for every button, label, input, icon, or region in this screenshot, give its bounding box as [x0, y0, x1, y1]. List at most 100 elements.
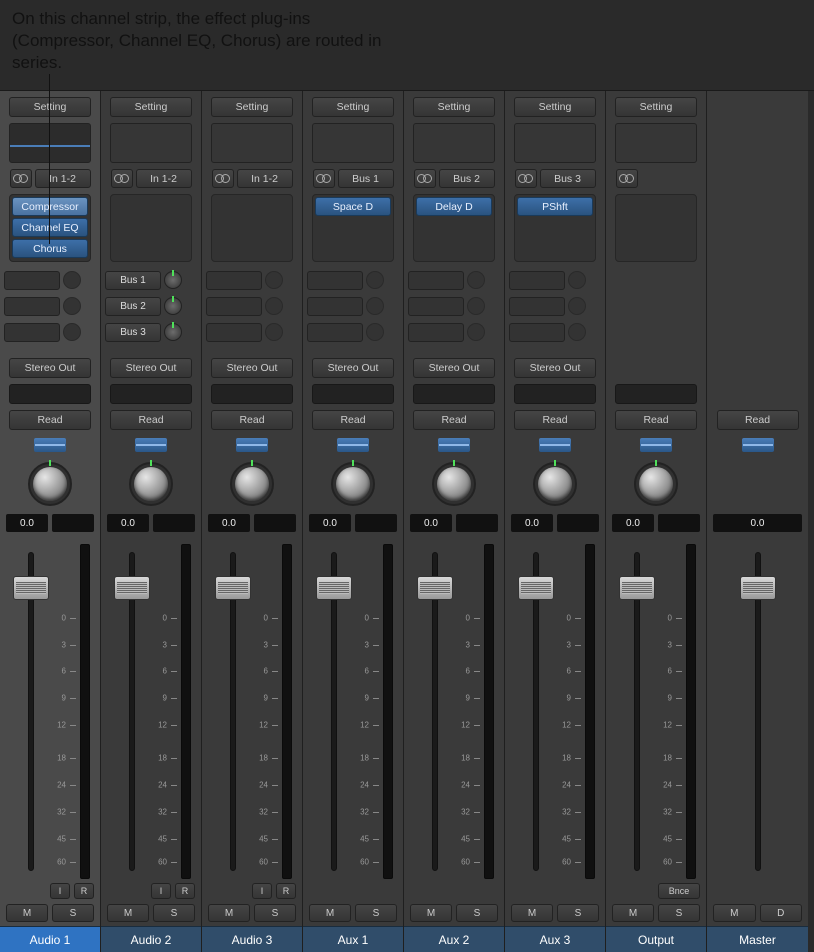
pan-knob[interactable]: [28, 462, 72, 506]
send-level-knob[interactable]: [164, 271, 182, 289]
volume-fader[interactable]: [737, 544, 779, 879]
insert-slot[interactable]: Delay D: [416, 197, 492, 216]
input-selector[interactable]: In 1-2: [237, 169, 293, 188]
send-level-knob[interactable]: [568, 323, 586, 341]
output-selector[interactable]: Stereo Out: [514, 358, 596, 378]
solo-button[interactable]: S: [355, 904, 397, 922]
group-slot[interactable]: [312, 384, 394, 404]
volume-readout[interactable]: 0.0: [107, 514, 149, 532]
record-enable-button[interactable]: R: [175, 883, 195, 899]
record-enable-button[interactable]: R: [74, 883, 94, 899]
send-level-knob[interactable]: [265, 323, 283, 341]
send-slot[interactable]: [408, 271, 464, 290]
insert-slot[interactable]: Chorus: [12, 239, 88, 258]
input-selector[interactable]: In 1-2: [35, 169, 91, 188]
send-level-knob[interactable]: [63, 323, 81, 341]
automation-mode-button[interactable]: Read: [312, 410, 394, 430]
insert-slot[interactable]: PShft: [517, 197, 593, 216]
automation-mode-button[interactable]: Read: [211, 410, 293, 430]
send-level-knob[interactable]: [467, 271, 485, 289]
send-level-knob[interactable]: [265, 297, 283, 315]
setting-button[interactable]: Setting: [110, 97, 192, 117]
solo-button[interactable]: S: [153, 904, 195, 922]
peak-readout[interactable]: [456, 514, 498, 532]
send-slot[interactable]: [509, 271, 565, 290]
mute-button[interactable]: M: [107, 904, 149, 922]
pan-knob[interactable]: [634, 462, 678, 506]
pan-knob[interactable]: [230, 462, 274, 506]
automation-mode-button[interactable]: Read: [413, 410, 495, 430]
volume-readout[interactable]: 0.0: [511, 514, 553, 532]
output-selector[interactable]: Stereo Out: [312, 358, 394, 378]
volume-fader[interactable]: [414, 544, 456, 879]
send-level-knob[interactable]: [366, 323, 384, 341]
solo-button[interactable]: S: [557, 904, 599, 922]
send-slot[interactable]: [307, 323, 363, 342]
group-slot[interactable]: [110, 384, 192, 404]
mute-button[interactable]: M: [612, 904, 654, 922]
send-level-knob[interactable]: [366, 271, 384, 289]
input-selector[interactable]: Bus 1: [338, 169, 394, 188]
channel-name[interactable]: Aux 1: [303, 926, 403, 952]
send-level-knob[interactable]: [63, 271, 81, 289]
stereo-mode-icon[interactable]: [616, 169, 638, 188]
send-level-knob[interactable]: [265, 271, 283, 289]
channel-name[interactable]: Output: [606, 926, 706, 952]
inserts-block[interactable]: [211, 194, 293, 262]
eq-thumbnail[interactable]: [211, 123, 293, 163]
inserts-block[interactable]: Space D: [312, 194, 394, 262]
automation-mode-button[interactable]: Read: [615, 410, 697, 430]
volume-fader[interactable]: [616, 544, 658, 879]
solo-button[interactable]: S: [456, 904, 498, 922]
input-monitor-button[interactable]: I: [50, 883, 70, 899]
mute-button[interactable]: M: [6, 904, 48, 922]
send-slot[interactable]: [408, 297, 464, 316]
inserts-block[interactable]: [615, 194, 697, 262]
solo-button[interactable]: S: [254, 904, 296, 922]
volume-readout[interactable]: 0.0: [6, 514, 48, 532]
setting-button[interactable]: Setting: [615, 97, 697, 117]
channel-name[interactable]: Audio 3: [202, 926, 302, 952]
setting-button[interactable]: Setting: [9, 97, 91, 117]
send-slot[interactable]: [206, 297, 262, 316]
pan-knob[interactable]: [432, 462, 476, 506]
send-level-knob[interactable]: [63, 297, 81, 315]
eq-thumbnail[interactable]: [615, 123, 697, 163]
eq-thumbnail[interactable]: [312, 123, 394, 163]
automation-mode-button[interactable]: Read: [717, 410, 799, 430]
input-monitor-button[interactable]: I: [151, 883, 171, 899]
send-slot[interactable]: [4, 271, 60, 290]
volume-readout[interactable]: 0.0: [713, 514, 802, 532]
volume-readout[interactable]: 0.0: [612, 514, 654, 532]
inserts-block[interactable]: CompressorChannel EQChorus: [9, 194, 91, 262]
send-slot[interactable]: [206, 271, 262, 290]
stereo-mode-icon[interactable]: [313, 169, 335, 188]
input-selector[interactable]: Bus 3: [540, 169, 596, 188]
send-slot[interactable]: [408, 323, 464, 342]
input-selector[interactable]: Bus 2: [439, 169, 495, 188]
stereo-mode-icon[interactable]: [111, 169, 133, 188]
input-selector[interactable]: In 1-2: [136, 169, 192, 188]
send-level-knob[interactable]: [568, 297, 586, 315]
volume-readout[interactable]: 0.0: [410, 514, 452, 532]
volume-fader[interactable]: [313, 544, 355, 879]
send-level-knob[interactable]: [366, 297, 384, 315]
volume-fader[interactable]: [10, 544, 52, 879]
eq-thumbnail[interactable]: [413, 123, 495, 163]
volume-readout[interactable]: 0.0: [208, 514, 250, 532]
inserts-block[interactable]: Delay D: [413, 194, 495, 262]
group-slot[interactable]: [615, 384, 697, 404]
record-enable-button[interactable]: R: [276, 883, 296, 899]
mute-button[interactable]: M: [309, 904, 351, 922]
pan-knob[interactable]: [331, 462, 375, 506]
peak-readout[interactable]: [557, 514, 599, 532]
volume-fader[interactable]: [212, 544, 254, 879]
dim-button[interactable]: D: [760, 904, 803, 922]
stereo-mode-icon[interactable]: [414, 169, 436, 188]
pan-knob[interactable]: [129, 462, 173, 506]
insert-slot[interactable]: Space D: [315, 197, 391, 216]
mute-button[interactable]: M: [713, 904, 756, 922]
send-slot[interactable]: [509, 297, 565, 316]
send-level-knob[interactable]: [568, 271, 586, 289]
channel-name[interactable]: Master: [707, 926, 808, 952]
